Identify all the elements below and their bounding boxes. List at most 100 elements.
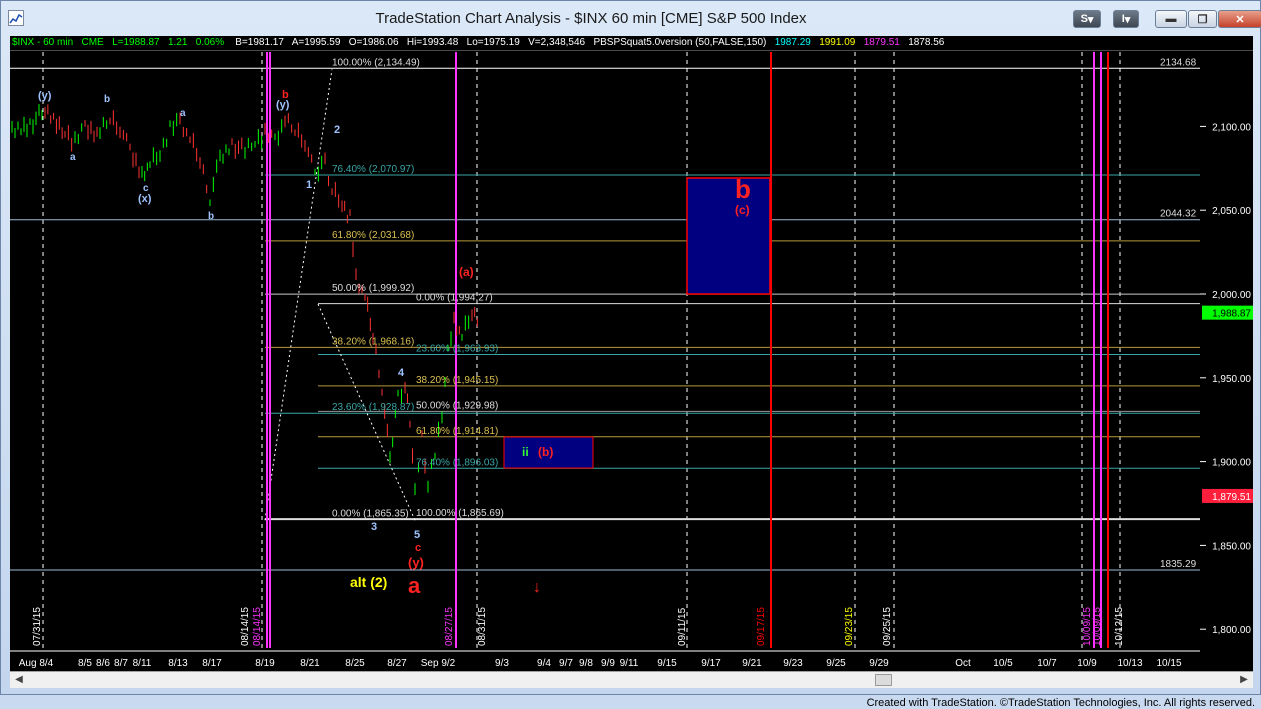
fib-level-label: 38.20% (1,968.16) xyxy=(332,336,414,347)
time-gridlines xyxy=(42,52,1121,648)
fib-level-label: 50.00% (1,999.92) xyxy=(332,283,414,294)
chart-labels: 100.00% (2,134.49) 76.40% (2,070.97) 61.80… xyxy=(38,57,1197,598)
x-tick-label: 8/6 xyxy=(96,658,110,669)
price-reference-label: 2044.32 xyxy=(1160,209,1197,220)
wave-label: 3 xyxy=(371,521,377,533)
window-title: TradeStation Chart Analysis - $INX 60 mi… xyxy=(375,10,807,27)
restore-button[interactable]: ❐ xyxy=(1188,10,1217,28)
restore-icon: ❐ xyxy=(1197,13,1208,26)
wave-label: b xyxy=(208,211,214,222)
scroll-left-icon[interactable]: ◀ xyxy=(12,674,26,686)
x-tick-label: 10/15 xyxy=(1156,658,1181,669)
fib-level-label: 23.60% (1,928.87) xyxy=(332,402,414,413)
wave-label: ii xyxy=(522,445,529,459)
date-marker-label: 09/11/15 xyxy=(677,607,688,646)
y-tick-label: 1,950.00 xyxy=(1212,374,1251,385)
chart-window: TradeStation Chart Analysis - $INX 60 mi… xyxy=(0,0,1261,695)
wave-label: (y) xyxy=(408,555,424,570)
horizontal-scrollbar[interactable]: ◀ ▶ xyxy=(10,671,1253,688)
fib-level-label: 0.00% (1,865.35) xyxy=(332,509,409,520)
indicator-i-button[interactable]: I ▾ xyxy=(1113,10,1139,28)
x-tick-label: 9/25 xyxy=(826,658,846,669)
date-marker-label: 08/14/15 xyxy=(252,607,263,646)
wave-label: (y) xyxy=(276,99,290,111)
y-tick-label: 2,000.00 xyxy=(1212,290,1251,301)
x-tick-label: 8/27 xyxy=(387,658,407,669)
date-marker-label: 08/14/15 xyxy=(240,607,251,646)
x-tick-label: Sep 9/2 xyxy=(421,658,456,669)
x-tick-label: 9/23 xyxy=(783,658,803,669)
price-reference-label: 2134.68 xyxy=(1160,57,1197,68)
last-price-tag: 1,988.87 xyxy=(1212,309,1251,320)
wave-label: (c) xyxy=(735,203,750,217)
x-tick-label: 9/15 xyxy=(657,658,677,669)
scroll-thumb[interactable] xyxy=(875,674,892,686)
x-tick-label: 10/5 xyxy=(993,658,1013,669)
fib-level-label: 0.00% (1,994.27) xyxy=(416,293,493,304)
fib-level-label: 61.80% (2,031.68) xyxy=(332,230,414,241)
x-tick-label: 9/17 xyxy=(701,658,721,669)
fib-level-label: 76.40% (1,896.03) xyxy=(416,457,498,468)
close-button[interactable]: ✕ xyxy=(1218,10,1261,28)
minimize-icon: ▬ xyxy=(1165,13,1177,25)
wave-label: (b) xyxy=(538,445,553,459)
wave-label: (a) xyxy=(459,265,474,279)
date-marker-label: 10/09/15 xyxy=(1092,607,1103,646)
fib-level-lines xyxy=(10,67,1200,571)
wave-b-target-box xyxy=(686,177,771,295)
x-tick-label: 9/9 xyxy=(601,658,615,669)
x-tick-label: 9/29 xyxy=(869,658,889,669)
title-bar[interactable]: TradeStation Chart Analysis - $INX 60 mi… xyxy=(1,1,1261,35)
x-tick-label: 9/21 xyxy=(742,658,762,669)
price-axis: 2,100.00 2,050.00 2,000.00 1,950.00 1,900.00… xyxy=(1200,51,1253,671)
copyright-footer: Created with TradeStation. ©TradeStation… xyxy=(866,697,1255,709)
date-marker-label: 07/31/15 xyxy=(32,607,43,646)
y-tick-label: 2,100.00 xyxy=(1212,122,1251,133)
x-tick-label: 8/11 xyxy=(133,658,152,669)
x-tick-label: 9/7 xyxy=(559,658,573,669)
chart-plot-area[interactable]: $INX - 60 min CME L=1988.87 1.21 0.06% B… xyxy=(10,36,1253,671)
styles-s-button[interactable]: S ▾ xyxy=(1073,10,1101,28)
x-tick-label: 8/17 xyxy=(202,658,222,669)
y-tick-label: 1,900.00 xyxy=(1212,458,1251,469)
wave-label: a xyxy=(180,108,186,119)
wave-label: 2 xyxy=(334,124,340,136)
y-tick-label: 1,800.00 xyxy=(1212,625,1251,636)
date-marker-label: 08/27/15 xyxy=(444,607,455,646)
minimize-button[interactable]: ▬ xyxy=(1155,10,1187,28)
wave-label: (x) xyxy=(138,193,152,205)
x-tick-label: Aug 8/4 xyxy=(19,658,54,669)
target-boxes xyxy=(503,177,771,469)
x-tick-label: 8/25 xyxy=(345,658,365,669)
fib-level-label: 23.60% (1,963.93) xyxy=(416,343,498,354)
date-marker-label: 09/17/15 xyxy=(756,607,767,646)
fib-level-label: 76.40% (2,070.97) xyxy=(332,164,414,175)
fib-level-label: 61.80% (1,914.81) xyxy=(416,426,498,437)
fib-level-label: 38.20% (1,945.15) xyxy=(416,375,498,386)
x-tick-label: 10/9 xyxy=(1077,658,1097,669)
wave-label: c xyxy=(415,542,421,554)
x-tick-label: 10/13 xyxy=(1117,658,1142,669)
wave-label: b xyxy=(104,94,110,105)
close-icon: ✕ xyxy=(1235,13,1245,26)
fib-level-label: 50.00% (1,929.98) xyxy=(416,400,498,411)
wave-label: a xyxy=(70,152,76,163)
x-tick-label: 9/4 xyxy=(537,658,551,669)
x-tick-label: 8/13 xyxy=(168,658,188,669)
x-tick-label: 8/21 xyxy=(300,658,320,669)
wave-label: alt (2) xyxy=(350,574,387,590)
x-tick-label: 9/3 xyxy=(495,658,509,669)
y-tick-label: 1,850.00 xyxy=(1212,541,1251,552)
x-tick-label: 8/7 xyxy=(114,658,128,669)
scroll-right-icon[interactable]: ▶ xyxy=(1237,674,1251,686)
price-axis-bg xyxy=(1200,51,1253,671)
fib-level-label: 100.00% (2,134.49) xyxy=(332,58,420,69)
down-arrow-icon: ↓ xyxy=(533,579,541,596)
wave-label: b xyxy=(735,174,751,204)
x-tick-label: 8/19 xyxy=(255,658,275,669)
x-tick-label: Oct xyxy=(955,658,971,669)
price-chart[interactable]: 100.00% (2,134.49) 76.40% (2,070.97) 61.80… xyxy=(10,36,1253,671)
time-axis: Aug 8/4 8/5 8/6 8/7 8/11 8/13 8/17 8/19 8/21 8/25… xyxy=(10,607,1200,669)
x-tick-label: 9/11 xyxy=(620,658,639,669)
wave-label: 4 xyxy=(398,367,405,379)
